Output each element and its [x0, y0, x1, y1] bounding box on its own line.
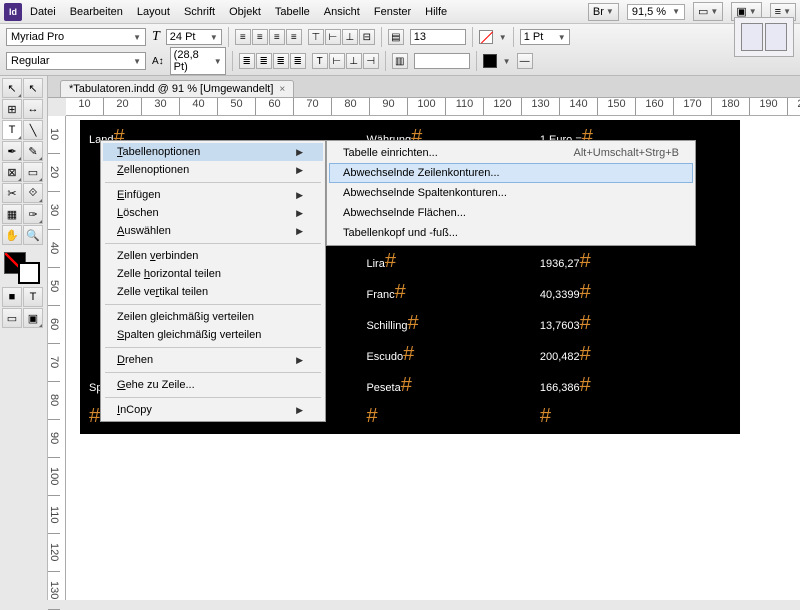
align-center-icon[interactable]: ≡: [252, 29, 268, 45]
size-icon: T: [152, 29, 160, 45]
stroke-weight[interactable]: 1 Pt▼: [520, 29, 570, 45]
menu-fenster[interactable]: Fenster: [368, 4, 417, 20]
view-preview[interactable]: ▣: [23, 308, 43, 328]
control-panel: Myriad Pro▼ T 24 Pt▼ ≡ ≡ ≡ ≡ ⊤ ⊢ ⊥ ⊟ ▤ 1…: [0, 24, 800, 76]
stroke-swatch-black[interactable]: [483, 54, 497, 68]
menu-objekt[interactable]: Objekt: [223, 4, 267, 20]
rectangle-tool[interactable]: ▭: [23, 162, 43, 182]
menubar: Id Datei Bearbeiten Layout Schrift Objek…: [0, 0, 800, 24]
menu-layout[interactable]: Layout: [131, 4, 176, 20]
apply-color[interactable]: ■: [2, 287, 22, 307]
submenu-tabellenoptionen[interactable]: Tabelle einrichten...Alt+Umschalt+Strg+B…: [326, 140, 696, 246]
context-item[interactable]: Zellenoptionen▶: [103, 161, 323, 179]
transform-tool[interactable]: ⟐: [23, 183, 43, 203]
view-normal[interactable]: ▭: [2, 308, 22, 328]
vertical-align[interactable]: ⊤ ⊢ ⊥ ⊟: [308, 29, 375, 45]
rows-count[interactable]: [414, 53, 470, 69]
stroke-style[interactable]: —: [517, 53, 533, 69]
font-size[interactable]: 24 Pt▼: [166, 29, 222, 45]
rotate-180-icon[interactable]: ⊥: [346, 53, 362, 69]
close-icon[interactable]: ×: [279, 84, 285, 95]
fill-swatch-none[interactable]: [479, 30, 493, 44]
tab-strip: *Tabulatoren.indd @ 91 % [Umgewandelt]×: [48, 76, 800, 98]
eyedropper-tool[interactable]: ✑: [23, 204, 43, 224]
selection-tool[interactable]: ↖: [2, 78, 22, 98]
context-item[interactable]: Zelle horizontal teilen: [103, 265, 323, 283]
valign-top-icon[interactable]: ⊤: [308, 29, 324, 45]
document-tab[interactable]: *Tabulatoren.indd @ 91 % [Umgewandelt]×: [60, 80, 294, 97]
valign-just-icon[interactable]: ⊟: [359, 29, 375, 45]
context-item[interactable]: Einfügen▶: [103, 186, 323, 204]
rotate-270-icon[interactable]: ⊣: [363, 53, 379, 69]
valign-bot-icon[interactable]: ⊥: [342, 29, 358, 45]
submenu-item[interactable]: Abwechselnde Flächen...: [329, 203, 693, 223]
page-tool[interactable]: ⊞: [2, 99, 22, 119]
font-style-dropdown[interactable]: Regular▼: [6, 52, 146, 70]
rows-icon: ▤: [388, 29, 404, 45]
view-options[interactable]: ▭▼: [693, 2, 723, 21]
gradient-tool[interactable]: ▦: [2, 204, 22, 224]
context-item[interactable]: Zelle vertikal teilen: [103, 283, 323, 301]
leading-icon: A↕: [152, 56, 164, 67]
context-item[interactable]: Zellen verbinden: [103, 247, 323, 265]
pen-tool[interactable]: ✒: [2, 141, 22, 161]
gap-tool[interactable]: ↔: [23, 99, 43, 119]
context-item[interactable]: Zeilen gleichmäßig verteilen: [103, 308, 323, 326]
zoom-level[interactable]: 91,5 %▼: [627, 4, 685, 20]
context-item[interactable]: Drehen▶: [103, 351, 323, 369]
context-item[interactable]: InCopy▶: [103, 401, 323, 419]
justify-center-icon[interactable]: ≣: [256, 53, 272, 69]
hand-tool[interactable]: ✋: [2, 225, 22, 245]
apply-text[interactable]: T: [23, 287, 43, 307]
menu-ansicht[interactable]: Ansicht: [318, 4, 366, 20]
rectangle-frame-tool[interactable]: ⊠: [2, 162, 22, 182]
pencil-tool[interactable]: ✎: [23, 141, 43, 161]
font-family-dropdown[interactable]: Myriad Pro▼: [6, 28, 146, 46]
align-left-icon[interactable]: ≡: [235, 29, 251, 45]
type-tool[interactable]: T: [2, 120, 22, 140]
ruler-vertical: 102030405060708090100110120130: [48, 116, 66, 600]
justify-full-icon[interactable]: ≣: [290, 53, 306, 69]
app-icon: Id: [4, 3, 22, 21]
ruler-horizontal: 1020304050607080901001101201301401501601…: [66, 98, 800, 116]
rotate-0-icon[interactable]: T: [312, 53, 328, 69]
bridge-button[interactable]: Br▼: [588, 3, 619, 21]
submenu-item[interactable]: Abwechselnde Spaltenkonturen...: [329, 183, 693, 203]
menu-bearbeiten[interactable]: Bearbeiten: [64, 4, 129, 20]
paragraph-align[interactable]: ≡ ≡ ≡ ≡: [235, 29, 302, 45]
toolbox: ↖↖ ⊞↔ T╲ ✒✎ ⊠▭ ✂⟐ ▦✑ ✋🔍 ■T ▭▣: [0, 76, 48, 600]
submenu-item[interactable]: Tabellenkopf und -fuß...: [329, 223, 693, 243]
justify-left-icon[interactable]: ≣: [239, 53, 255, 69]
rotate-90-icon[interactable]: ⊢: [329, 53, 345, 69]
menu-schrift[interactable]: Schrift: [178, 4, 221, 20]
submenu-item[interactable]: Tabelle einrichten...Alt+Umschalt+Strg+B: [329, 143, 693, 163]
context-item[interactable]: Auswählen▶: [103, 222, 323, 240]
align-right-icon[interactable]: ≡: [269, 29, 285, 45]
menu-tabelle[interactable]: Tabelle: [269, 4, 316, 20]
leading[interactable]: (28,8 Pt)▼: [170, 47, 226, 75]
valign-mid-icon[interactable]: ⊢: [325, 29, 341, 45]
line-tool[interactable]: ╲: [23, 120, 43, 140]
context-item[interactable]: Tabellenoptionen▶: [103, 143, 323, 161]
menu-datei[interactable]: Datei: [24, 4, 62, 20]
align-justify-icon[interactable]: ≡: [286, 29, 302, 45]
scissors-tool[interactable]: ✂: [2, 183, 22, 203]
zoom-tool[interactable]: 🔍: [23, 225, 43, 245]
fill-stroke-swatch[interactable]: [2, 250, 42, 286]
cols-icon: ▥: [392, 53, 408, 69]
menu-hilfe[interactable]: Hilfe: [419, 4, 453, 20]
cols-count[interactable]: 13: [410, 29, 466, 45]
submenu-item[interactable]: Abwechselnde Zeilenkonturen...: [329, 163, 693, 183]
context-item[interactable]: Spalten gleichmäßig verteilen: [103, 326, 323, 344]
context-menu[interactable]: Tabellenoptionen▶Zellenoptionen▶ Einfügen…: [100, 140, 326, 422]
direct-selection-tool[interactable]: ↖: [23, 78, 43, 98]
justify-right-icon[interactable]: ≣: [273, 53, 289, 69]
context-item[interactable]: Gehe zu Zeile...: [103, 376, 323, 394]
context-item[interactable]: Löschen▶: [103, 204, 323, 222]
